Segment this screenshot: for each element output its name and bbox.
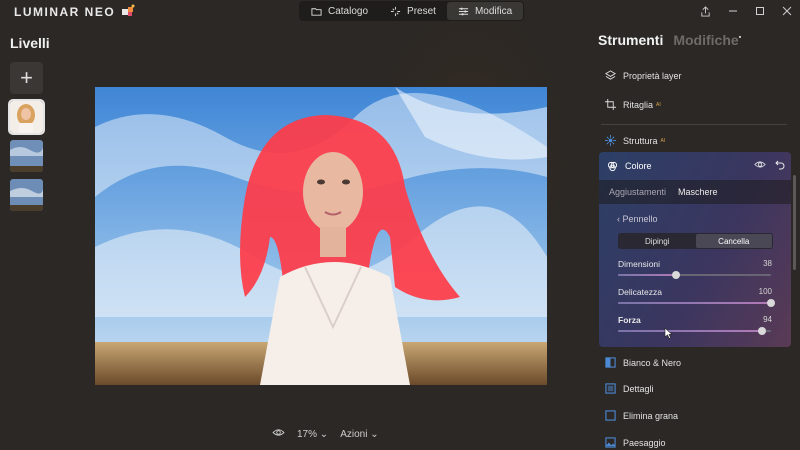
right-panel-scrollbar[interactable] xyxy=(793,175,796,270)
tool-landscape[interactable]: Paesaggio xyxy=(605,437,666,448)
slider-size-label: Dimensioni xyxy=(618,259,661,269)
luminar-puzzle-icon xyxy=(122,4,135,16)
photo-canvas[interactable] xyxy=(95,87,547,385)
slider-fill xyxy=(618,302,771,304)
layers-title: Livelli xyxy=(10,35,50,51)
chevron-down-icon: ⌄ xyxy=(370,428,379,440)
tool-label: Ritaglia xyxy=(623,99,654,110)
zoom-dropdown[interactable]: 17% ⌄ xyxy=(297,429,328,440)
edited-photo xyxy=(95,87,547,385)
landscape-icon xyxy=(605,437,616,448)
tool-label: Proprietà layer xyxy=(623,70,682,81)
details-icon xyxy=(605,383,616,394)
back-to-brush-button[interactable]: ‹ Pennello xyxy=(617,214,658,224)
paint-button[interactable]: Dipingi xyxy=(619,234,696,248)
eye-icon[interactable] xyxy=(272,428,285,440)
section-divider xyxy=(601,124,787,125)
slider-handle[interactable] xyxy=(767,299,775,307)
crop-icon xyxy=(605,99,616,110)
layer-thumb-portrait[interactable] xyxy=(8,99,45,135)
colore-subtabs: Aggiustamenti Maschere xyxy=(599,180,791,204)
right-panel-tabs: Strumenti Modifiche• xyxy=(598,32,741,48)
mode-catalog-label: Catalogo xyxy=(328,5,369,17)
slider-handle[interactable] xyxy=(757,327,766,335)
tab-masks[interactable]: Maschere xyxy=(678,187,718,197)
maximize-icon[interactable] xyxy=(746,0,773,22)
tab-edits[interactable]: Modifiche• xyxy=(673,32,741,48)
share-icon[interactable] xyxy=(692,0,719,22)
color-circles-icon xyxy=(607,161,618,171)
denoise-icon xyxy=(605,410,616,421)
tool-details[interactable]: Dettagli xyxy=(605,383,654,394)
mouse-cursor-icon xyxy=(664,327,673,339)
top-bar: LUMINAR NEO Catalogo Preset Modifica xyxy=(0,0,800,24)
slider-size[interactable] xyxy=(618,271,771,279)
tool-label: Struttura xyxy=(623,135,658,146)
actions-label: Azioni xyxy=(340,428,368,440)
slider-fill xyxy=(618,330,762,332)
tab-edits-label: Modifiche xyxy=(673,32,739,48)
slider-size-value: 38 xyxy=(763,259,772,268)
visibility-eye-icon[interactable] xyxy=(754,160,766,172)
tool-denoise[interactable]: Elimina grana xyxy=(605,410,678,421)
colore-header[interactable]: Colore xyxy=(599,152,791,180)
paint-erase-toggle: Dipingi Cancella xyxy=(618,233,773,249)
colore-title: Colore xyxy=(625,161,652,171)
structure-icon xyxy=(605,135,616,146)
mode-edit-button[interactable]: Modifica xyxy=(446,2,524,20)
slider-softness[interactable] xyxy=(618,299,775,307)
tab-adjustments[interactable]: Aggiustamenti xyxy=(609,187,666,197)
layers-icon xyxy=(605,70,616,80)
ai-badge: AI xyxy=(660,137,666,144)
tool-crop[interactable]: Ritaglia AI xyxy=(605,99,661,110)
sparkle-icon xyxy=(390,6,401,16)
chevron-down-icon: ⌄ xyxy=(319,428,329,440)
brush-settings: ‹ Pennello Dipingi Cancella Dimensioni 3… xyxy=(611,207,781,345)
bw-square-icon xyxy=(605,357,616,368)
slider-strength[interactable] xyxy=(618,327,771,335)
reset-undo-icon[interactable] xyxy=(775,160,785,172)
slider-fill xyxy=(618,274,677,276)
actions-dropdown[interactable]: Azioni ⌄ xyxy=(340,429,378,440)
tool-label: Dettagli xyxy=(623,383,654,394)
slider-softness-value: 100 xyxy=(758,287,772,296)
folder-icon xyxy=(311,7,322,16)
unsaved-dot: • xyxy=(738,34,742,42)
tool-label: Elimina grana xyxy=(623,410,679,421)
mode-switcher: Catalogo Preset Modifica xyxy=(299,1,525,21)
ai-badge: AI xyxy=(656,101,661,108)
layer-thumb-sky-1[interactable] xyxy=(10,140,43,172)
tool-layer-properties[interactable]: Proprietà layer xyxy=(605,70,682,81)
slider-softness-label: Delicatezza xyxy=(618,287,662,297)
layer-thumb-sky-2[interactable] xyxy=(10,179,43,211)
slider-handle[interactable] xyxy=(672,271,681,279)
close-icon[interactable] xyxy=(773,0,800,22)
tool-label: Paesaggio xyxy=(623,437,666,448)
slider-strength-label: Forza xyxy=(618,315,641,325)
mode-catalog-button[interactable]: Catalogo xyxy=(300,2,379,20)
tool-label: Bianco & Nero xyxy=(623,357,682,368)
mode-preset-button[interactable]: Preset xyxy=(379,2,447,20)
canvas-bottom-toolbar: 17% ⌄ Azioni ⌄ xyxy=(272,428,379,440)
tab-tools[interactable]: Strumenti xyxy=(598,32,663,48)
erase-button[interactable]: Cancella xyxy=(695,234,772,248)
app-logo: LUMINAR NEO xyxy=(14,5,116,19)
slider-strength-value: 94 xyxy=(763,315,772,324)
tool-black-white[interactable]: Bianco & Nero xyxy=(605,357,681,368)
add-layer-button[interactable]: + xyxy=(10,62,43,94)
colore-tool-panel: Colore Aggiustamenti Maschere ‹ Pennello… xyxy=(599,152,791,347)
minimize-icon[interactable] xyxy=(719,0,746,22)
tool-structure[interactable]: Struttura AI xyxy=(605,135,665,146)
sliders-icon xyxy=(458,7,469,15)
window-controls xyxy=(692,0,800,22)
mode-preset-label: Preset xyxy=(407,5,436,17)
zoom-value: 17% xyxy=(297,428,318,440)
mode-edit-label: Modifica xyxy=(474,5,513,17)
